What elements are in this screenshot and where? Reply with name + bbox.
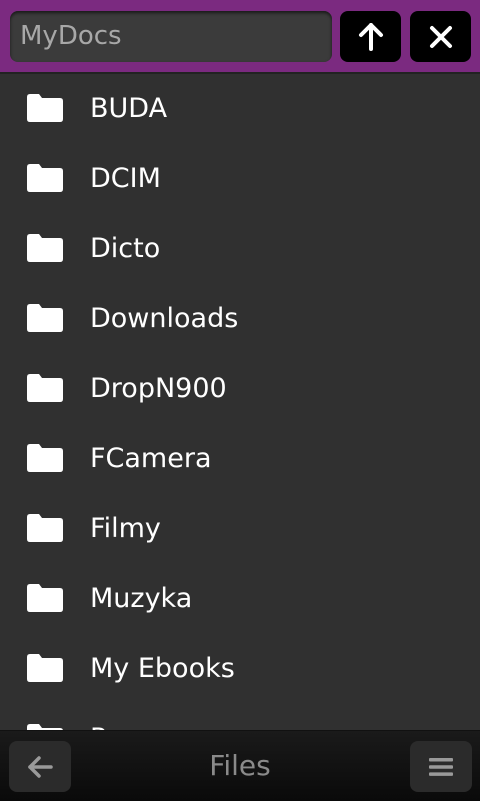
close-button[interactable] <box>410 11 471 62</box>
file-name: BUDA <box>90 93 168 124</box>
folder-icon <box>27 514 63 542</box>
file-list-item[interactable]: Filmy <box>0 494 480 564</box>
top-toolbar: MyDocs <box>0 0 480 72</box>
file-list-item[interactable]: DCIM <box>0 144 480 214</box>
file-list-item[interactable]: Downloads <box>0 284 480 354</box>
folder-icon <box>27 374 63 402</box>
file-name: My Ebooks <box>90 653 235 684</box>
path-input[interactable]: MyDocs <box>10 11 332 62</box>
menu-icon <box>429 757 453 776</box>
file-name: DropN900 <box>90 373 227 404</box>
bottom-toolbar: Files <box>0 730 480 801</box>
arrow-left-icon <box>28 755 53 778</box>
file-name: Muzyka <box>90 583 193 614</box>
folder-icon <box>27 234 63 262</box>
file-list[interactable]: BUDA DCIM Dicto Downloads DropN900 FCame… <box>0 72 480 732</box>
file-name: Dicto <box>90 233 161 264</box>
file-list-item[interactable]: Muzyka <box>0 564 480 634</box>
back-button[interactable] <box>9 741 71 792</box>
folder-icon <box>27 654 63 682</box>
file-list-item[interactable]: Panorama <box>0 704 480 732</box>
folder-icon <box>27 94 63 122</box>
file-name: Downloads <box>90 303 239 334</box>
file-name: FCamera <box>90 443 212 474</box>
file-name: Panorama <box>90 704 226 732</box>
close-icon <box>429 25 452 48</box>
file-list-item[interactable]: DropN900 <box>0 354 480 424</box>
go-up-button[interactable] <box>340 11 401 62</box>
folder-icon <box>27 584 63 612</box>
file-list-item[interactable]: BUDA <box>0 74 480 144</box>
file-name: DCIM <box>90 163 161 194</box>
app-title: Files <box>209 749 271 782</box>
folder-icon <box>27 304 63 332</box>
file-name: Filmy <box>90 513 161 544</box>
file-list-item[interactable]: FCamera <box>0 424 480 494</box>
file-list-item[interactable]: My Ebooks <box>0 634 480 704</box>
folder-icon <box>27 444 63 472</box>
folder-icon <box>27 164 63 192</box>
arrow-up-icon <box>358 22 383 51</box>
file-list-item[interactable]: Dicto <box>0 214 480 284</box>
menu-button[interactable] <box>410 741 472 792</box>
